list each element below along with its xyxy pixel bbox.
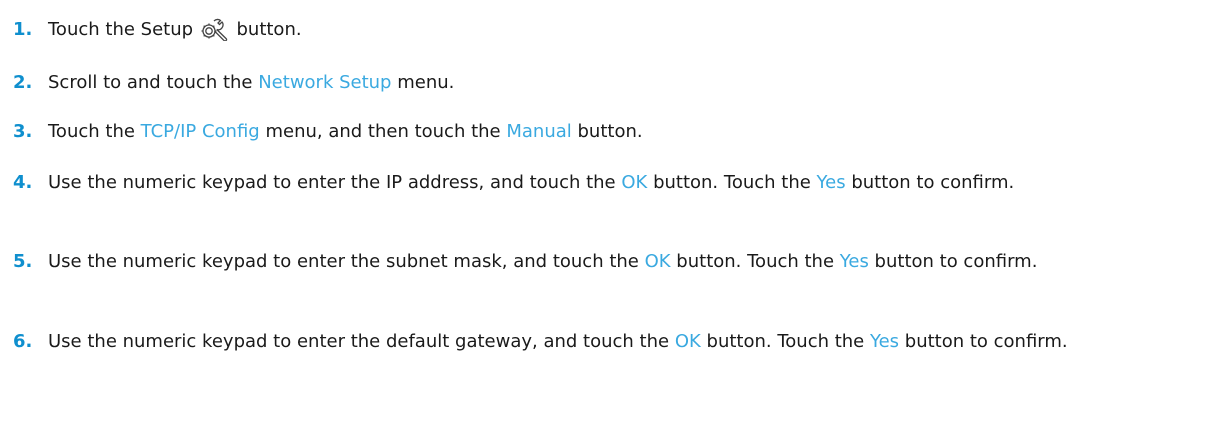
step-text: Use the numeric keypad to enter the subn… [48, 247, 1203, 276]
step-text-part: menu, and then touch the [259, 121, 507, 142]
step-text-part: Touch the Setup [48, 19, 199, 40]
step-text-part: button. [571, 121, 643, 142]
ok-button-link[interactable]: OK [621, 172, 647, 193]
step-text-part: Scroll to and touch the [48, 72, 259, 93]
step-number: 4. [13, 172, 33, 193]
step-text-part: Touch the [48, 121, 141, 142]
step-number: 2. [13, 72, 33, 93]
step-text: Use the numeric keypad to enter the defa… [48, 327, 1203, 356]
step-text-part: button. [230, 19, 302, 40]
step-text-part: button to confirm. [868, 251, 1038, 272]
tcpip-config-menu-link[interactable]: TCP/IP Config [141, 121, 260, 142]
ok-button-link[interactable]: OK [675, 331, 701, 352]
step-number: 1. [13, 19, 33, 40]
step-number: 5. [13, 251, 33, 272]
step-text: Scroll to and touch the Network Setup me… [48, 68, 1203, 97]
yes-button-link[interactable]: Yes [840, 251, 869, 272]
ok-button-link[interactable]: OK [645, 251, 671, 272]
setup-wrench-gear-icon [200, 17, 230, 42]
step-text-part: button. Touch the [670, 251, 840, 272]
yes-button-link[interactable]: Yes [870, 331, 899, 352]
step-text-part: button to confirm. [845, 172, 1015, 193]
step-text: Touch the TCP/IP Config menu, and then t… [48, 117, 1203, 146]
step-text: Touch the Setup button. [48, 15, 1203, 44]
yes-button-link[interactable]: Yes [817, 172, 846, 193]
step-text-part: Use the numeric keypad to enter the defa… [48, 331, 675, 352]
step-text-part: button. Touch the [700, 331, 870, 352]
step-number: 3. [13, 121, 33, 142]
step-text: Use the numeric keypad to enter the IP a… [48, 168, 1203, 197]
step-text-part: button. Touch the [647, 172, 817, 193]
network-setup-menu-link[interactable]: Network Setup [258, 72, 391, 93]
step-number: 6. [13, 331, 33, 352]
manual-button-link[interactable]: Manual [506, 121, 571, 142]
step-text-part: menu. [391, 72, 455, 93]
step-text-part: button to confirm. [899, 331, 1068, 352]
step-text-part: Use the numeric keypad to enter the subn… [48, 251, 645, 272]
step-text-part: Use the numeric keypad to enter the IP a… [48, 172, 622, 193]
